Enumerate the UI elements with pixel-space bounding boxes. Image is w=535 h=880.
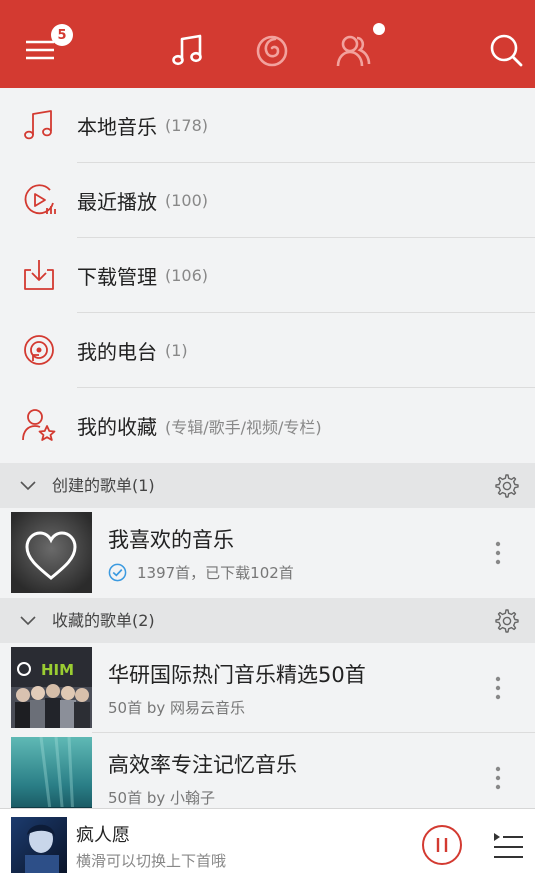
section-title: 收藏的歌单(2) — [52, 611, 155, 630]
playlist-subtitle: 50首 by 小翰子 — [108, 789, 216, 807]
menu-item-label: 我的收藏 — [77, 415, 157, 439]
my-music-menu: 本地音乐 (178) 最近播放 (100) 下载管理 (106) 我的电台 (1… — [0, 88, 535, 463]
menu-item-count: (专辑/歌手/视频/专栏) — [165, 417, 322, 437]
friends-icon — [336, 35, 371, 67]
playlist-cover: HIM — [11, 647, 92, 728]
more-options-icon[interactable] — [488, 763, 508, 793]
chevron-down-icon — [20, 616, 36, 626]
search-button[interactable] — [482, 26, 530, 74]
downloaded-check-icon — [108, 563, 127, 582]
menu-item-count: (106) — [165, 266, 209, 285]
menu-item-count: (1) — [165, 341, 188, 360]
menu-item-my-radio[interactable]: 我的电台 (1) — [0, 313, 535, 388]
menu-item-download[interactable]: 下载管理 (106) — [0, 238, 535, 313]
search-icon — [490, 34, 523, 67]
tab-my-music[interactable] — [164, 26, 212, 74]
menu-item-count: (100) — [165, 191, 209, 210]
swipe-hint: 横滑可以切换上下首哦 — [76, 852, 227, 870]
song-title: 疯人愿 — [76, 825, 130, 846]
collected-playlists-header[interactable]: 收藏的歌单(2) — [0, 598, 535, 643]
created-playlists-header[interactable]: 创建的歌单(1) — [0, 463, 535, 508]
tab-discover[interactable] — [248, 26, 296, 74]
menu-item-recent-play[interactable]: 最近播放 (100) — [0, 163, 535, 238]
menu-item-local-music[interactable]: 本地音乐 (178) — [0, 88, 535, 163]
tab-friends[interactable] — [330, 26, 378, 74]
playlist-title: 我喜欢的音乐 — [108, 528, 234, 552]
menu-item-label: 本地音乐 — [77, 115, 157, 139]
friends-new-dot — [373, 23, 385, 35]
favorite-user-icon — [22, 409, 56, 441]
netease-radio-icon — [256, 35, 288, 67]
chevron-down-icon — [20, 481, 36, 491]
download-icon — [24, 260, 54, 290]
playlist-cover — [11, 737, 92, 818]
pause-button[interactable] — [420, 823, 464, 867]
radio-icon — [24, 335, 54, 365]
now-playing-bar[interactable]: 疯人愿 横滑可以切换上下首哦 — [0, 808, 535, 880]
playlist-item-him-hits[interactable]: HIM 华研国际热门音乐精选50首 50首 by 网易云音乐 — [0, 643, 535, 733]
notification-badge: 5 — [51, 24, 73, 46]
gear-icon[interactable] — [493, 608, 519, 634]
playlist-queue-icon[interactable] — [491, 829, 525, 863]
playlist-subtitle: 1397首，已下载102首 — [137, 564, 294, 582]
menu-item-label: 下载管理 — [77, 265, 157, 289]
recent-play-icon — [24, 184, 56, 215]
menu-item-count: (178) — [165, 116, 209, 135]
playlist-subtitle: 50首 by 网易云音乐 — [108, 699, 246, 717]
playlist-item-liked-music[interactable]: 我喜欢的音乐 1397首，已下载102首 — [0, 508, 535, 598]
menu-item-my-collection[interactable]: 我的收藏 (专辑/歌手/视频/专栏) — [0, 388, 535, 463]
album-art — [11, 817, 67, 873]
playlist-cover — [11, 512, 92, 593]
section-title: 创建的歌单(1) — [52, 476, 155, 495]
music-note-icon — [172, 34, 202, 66]
more-options-icon[interactable] — [488, 538, 508, 568]
svg-text:HIM: HIM — [41, 661, 74, 679]
menu-item-label: 我的电台 — [77, 340, 157, 364]
top-bar: 5 — [0, 0, 535, 88]
gear-icon[interactable] — [493, 473, 519, 499]
menu-item-label: 最近播放 — [77, 190, 157, 214]
more-options-icon[interactable] — [488, 673, 508, 703]
playlist-title: 高效率专注记忆音乐 — [108, 753, 297, 777]
playlist-title: 华研国际热门音乐精选50首 — [108, 663, 366, 687]
music-note-icon — [24, 110, 52, 140]
